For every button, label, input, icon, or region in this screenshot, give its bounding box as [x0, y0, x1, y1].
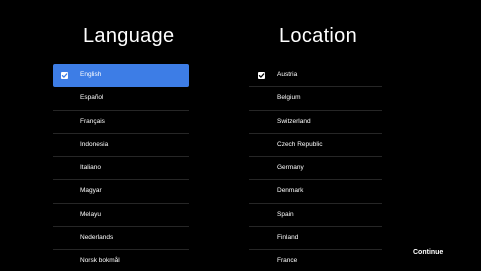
- location-item-label: Austria: [277, 71, 298, 78]
- language-item-nederlands[interactable]: Nederlands: [53, 227, 189, 251]
- language-item-melayu[interactable]: Melayu: [53, 204, 189, 228]
- language-item-label: Melayu: [80, 210, 101, 218]
- language-item-label: Magyar: [80, 187, 102, 195]
- location-item-label: Switzerland: [277, 117, 311, 125]
- location-item-finland[interactable]: Finland: [249, 227, 382, 251]
- language-item-label: Français: [80, 117, 105, 125]
- location-item-label: Spain: [277, 210, 294, 218]
- location-item-label: Finland: [277, 234, 299, 242]
- language-item-italiano[interactable]: Italiano: [53, 157, 189, 181]
- language-item-espanol[interactable]: Español: [53, 87, 189, 111]
- location-item-spain[interactable]: Spain: [249, 204, 382, 228]
- checkbox-checked-icon: [61, 71, 68, 79]
- location-item-czech-republic[interactable]: Czech Republic: [249, 134, 382, 158]
- language-item-indonesia[interactable]: Indonesia: [53, 134, 189, 158]
- language-heading: Language: [83, 25, 175, 47]
- location-item-france[interactable]: France: [249, 250, 382, 266]
- location-item-label: France: [277, 257, 298, 265]
- checkbox-checked-icon: [258, 71, 265, 79]
- continue-button[interactable]: Continue: [413, 249, 443, 256]
- location-item-germany[interactable]: Germany: [249, 157, 382, 181]
- location-list: Austria Belgium Switzerland Czech Republ…: [249, 64, 382, 266]
- location-item-label: Denmark: [277, 187, 304, 195]
- location-heading: Location: [279, 25, 358, 47]
- language-item-label: Norsk bokmål: [80, 257, 120, 265]
- language-item-english[interactable]: English: [53, 64, 189, 88]
- location-item-label: Czech Republic: [277, 140, 323, 148]
- location-item-belgium[interactable]: Belgium: [249, 87, 382, 111]
- language-item-francais[interactable]: Français: [53, 111, 189, 134]
- location-item-label: Germany: [277, 164, 304, 172]
- setup-screen: Language Location English Español França…: [5, 5, 476, 266]
- location-item-label: Belgium: [277, 94, 301, 102]
- location-item-denmark[interactable]: Denmark: [249, 180, 382, 204]
- language-item-norsk-bokmal[interactable]: Norsk bokmål: [53, 250, 189, 266]
- language-item-label: English: [80, 71, 102, 78]
- location-item-austria[interactable]: Austria: [249, 64, 382, 88]
- location-item-switzerland[interactable]: Switzerland: [249, 111, 382, 134]
- language-item-label: Indonesia: [80, 140, 109, 148]
- language-item-label: Nederlands: [80, 234, 114, 242]
- language-item-label: Italiano: [80, 164, 101, 172]
- language-list: English Español Français Indonesia Itali…: [53, 64, 189, 266]
- language-item-label: Español: [80, 94, 104, 102]
- language-item-magyar[interactable]: Magyar: [53, 180, 189, 204]
